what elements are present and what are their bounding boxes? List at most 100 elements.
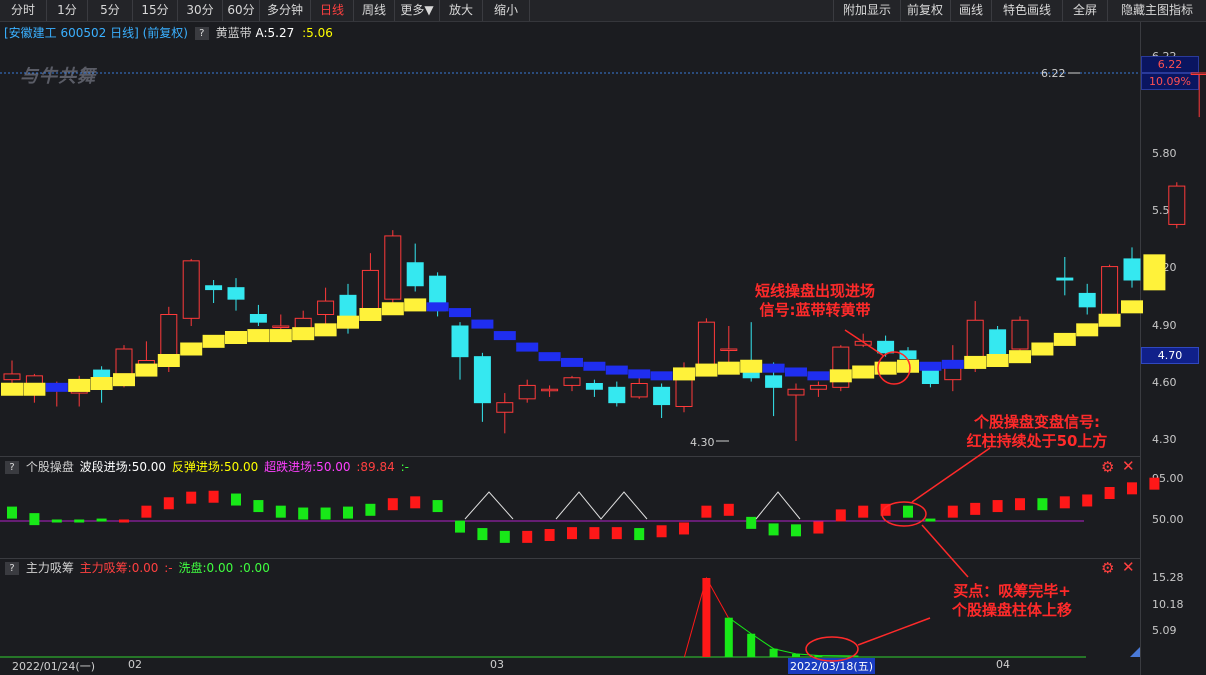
panel2-bar [1015, 498, 1025, 511]
panel2-bar [1059, 496, 1070, 509]
band-segment [538, 352, 561, 362]
band-segment [135, 363, 158, 377]
forward-adjust-button[interactable]: 前复权 [900, 0, 951, 21]
band-segment [964, 355, 987, 369]
panel2-bar [656, 525, 667, 538]
tab-15min[interactable]: 15分 [133, 0, 178, 21]
help-icon[interactable]: ? [5, 461, 19, 474]
panel2-bar [208, 490, 219, 503]
x-month-label: 02 [128, 658, 142, 671]
panel2-name: 个股操盘 [25, 460, 74, 474]
band-segment [269, 329, 292, 343]
panel3-washout: 洗盘:0.00 [178, 561, 234, 575]
panel3-bar [792, 653, 800, 657]
tab-5min[interactable]: 5分 [88, 0, 133, 21]
band-segment [404, 298, 427, 312]
panel3-title: ? 主力吸筹 主力吸筹:0.00 :- 洗盘:0.00 :0.00 [2, 560, 270, 576]
extra-display-button[interactable]: 附加显示 [833, 0, 901, 21]
tab-daily[interactable]: 日线 [311, 0, 354, 21]
band-segment [516, 342, 539, 352]
band-segment [202, 334, 225, 348]
band-segment [314, 323, 337, 337]
candle-body [294, 317, 312, 329]
last-pct-tag: 10.09% [1141, 73, 1199, 90]
panel3-bar [702, 578, 711, 657]
panel2-bar [343, 506, 353, 519]
panel2-bar [74, 519, 85, 523]
band-segment [157, 354, 180, 367]
indicator-name: 黄蓝带 [215, 26, 252, 40]
panel2-bar [903, 505, 913, 518]
tab-30min[interactable]: 30分 [178, 0, 223, 21]
fullscreen-button[interactable]: 全屏 [1063, 0, 1108, 21]
candle-body [720, 348, 738, 351]
hide-indicator-button[interactable]: 隐藏主图指标 [1108, 0, 1206, 21]
gear-icon[interactable]: ⚙ [1101, 559, 1114, 577]
gear-icon[interactable]: ⚙ [1101, 458, 1114, 476]
panel2-bar [701, 505, 712, 518]
candle-body [1078, 292, 1096, 308]
candle-body [93, 369, 111, 386]
band-segment [68, 378, 91, 392]
indicator-a: A:5.27 [255, 26, 295, 40]
panel-divider [0, 558, 1140, 559]
panel2-bar [387, 498, 398, 511]
help-icon[interactable]: ? [194, 27, 209, 40]
panel2-title: ? 个股操盘 波段进场:50.00 反弹进场:50.00 超跌进场:50.00 … [2, 459, 409, 475]
panel3-accumulate-b: :- [164, 561, 173, 575]
tab-more[interactable]: 更多▼ [395, 0, 440, 21]
candle-body [899, 350, 917, 360]
candle-body [48, 383, 66, 390]
panel2-bar [746, 516, 757, 529]
zigzag-markers [464, 491, 801, 520]
band-segment [807, 371, 830, 381]
candle-body [25, 375, 43, 388]
zoom-in-button[interactable]: 放大 [440, 0, 483, 21]
band-segment [762, 363, 785, 373]
tab-weekly[interactable]: 周线 [354, 0, 395, 21]
draw-line-button[interactable]: 画线 [951, 0, 992, 21]
candle-body [966, 319, 984, 365]
band-segment [695, 363, 718, 377]
candle-body [585, 383, 603, 390]
panel2-bar [567, 527, 577, 540]
close-icon[interactable]: ✕ [1122, 457, 1135, 475]
panel2-bar [813, 521, 824, 534]
panel2-bar [1037, 498, 1048, 511]
band-segment [561, 357, 583, 367]
tab-1min[interactable]: 1分 [47, 0, 88, 21]
band-segment [785, 367, 807, 377]
last-price-tag: 6.22 [1141, 56, 1199, 73]
y-tick-label: 10.18 [1152, 598, 1184, 611]
band-segment [874, 361, 897, 375]
candle-body [541, 388, 559, 392]
tab-multi-minute[interactable]: 多分钟 [260, 0, 311, 21]
candle-body [496, 402, 514, 413]
candle-body [608, 386, 626, 404]
band-segment [583, 361, 606, 371]
panel2-bar [410, 496, 421, 509]
panel2-bar [880, 503, 891, 516]
candle-body [317, 300, 335, 316]
annotation-entry-signal: 短线操盘出现进场 信号:蓝带转黄带 [741, 282, 889, 320]
zoom-out-button[interactable]: 缩小 [483, 0, 530, 21]
candle-body [272, 325, 290, 328]
panel2-bar [96, 518, 107, 522]
help-icon[interactable]: ? [5, 562, 19, 575]
panel2-bar [186, 491, 197, 504]
close-icon[interactable]: ✕ [1122, 558, 1135, 576]
y-tick-label: 5.20 [1152, 261, 1177, 274]
panel2-bar [231, 493, 241, 506]
panel2-bar [768, 523, 779, 536]
tab-60min[interactable]: 60分 [223, 0, 260, 21]
tab-intraday[interactable]: 分时 [0, 0, 47, 21]
panel2-value: :89.84 [356, 460, 395, 474]
special-draw-button[interactable]: 特色画线 [992, 0, 1063, 21]
toolbar: 分时 1分 5分 15分 30分 60分 多分钟 日线 周线 更多▼ 放大 缩小… [0, 0, 1206, 22]
y-tick-label: 4.60 [1152, 376, 1177, 389]
panel3-washout-b: :0.00 [239, 561, 270, 575]
panel2-bar [320, 507, 331, 520]
candle-body [205, 285, 223, 291]
band-segment [628, 369, 651, 379]
candle-body [451, 325, 469, 358]
